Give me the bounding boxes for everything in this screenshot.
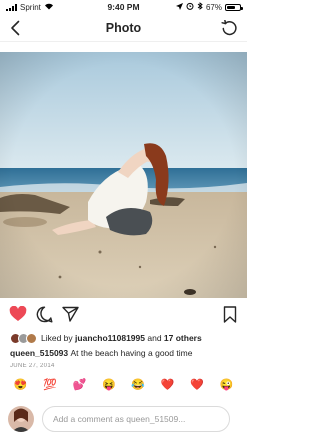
post-photo[interactable] xyxy=(0,52,247,298)
heart-filled-icon xyxy=(9,306,27,321)
status-bar-left: Sprint xyxy=(6,2,86,12)
battery-icon xyxy=(225,3,243,11)
reaction-emoji-button[interactable]: 😍 xyxy=(12,377,30,393)
comment-button[interactable] xyxy=(34,304,54,324)
likes-others-link[interactable]: 17 others xyxy=(164,333,202,343)
location-icon xyxy=(175,2,183,12)
post-actions xyxy=(0,302,247,326)
beach-photo-image xyxy=(0,52,247,298)
status-time: 9:40 PM xyxy=(107,2,140,12)
caption-username-link[interactable]: queen_515093 xyxy=(10,348,68,358)
share-button[interactable] xyxy=(60,304,80,324)
avatar xyxy=(26,332,37,344)
post-caption: queen_515093 At the beach having a good … xyxy=(10,348,192,358)
status-bar-right: 67% xyxy=(161,2,243,12)
avatar xyxy=(8,406,34,432)
likes-and: and xyxy=(147,333,162,343)
reaction-emoji-button[interactable]: 💯 xyxy=(41,377,59,393)
caption-text: At the beach having a good time xyxy=(70,348,193,358)
reaction-emoji-button[interactable]: 😜 xyxy=(217,377,235,393)
liker-avatars xyxy=(10,332,37,344)
wifi-icon xyxy=(44,2,54,12)
paper-plane-icon xyxy=(61,306,79,322)
reaction-emoji-button[interactable]: 😂 xyxy=(129,377,147,393)
page-title: Photo xyxy=(105,20,142,35)
bookmark-icon xyxy=(223,305,237,323)
chevron-left-icon xyxy=(11,20,20,36)
comment-bar xyxy=(0,402,247,436)
comment-input[interactable] xyxy=(42,406,230,432)
back-button[interactable] xyxy=(6,19,24,37)
reaction-emoji-button[interactable]: ❤️ xyxy=(159,377,177,393)
like-button[interactable] xyxy=(8,304,28,324)
carrier-label: Sprint xyxy=(20,2,41,12)
likes-prefix: Liked by xyxy=(41,333,73,343)
status-bar: Sprint 9:40 PM 67% xyxy=(0,0,247,14)
reaction-emoji-button[interactable]: 💕 xyxy=(70,377,88,393)
liker-username-link[interactable]: juancho11081995 xyxy=(75,333,145,343)
save-button[interactable] xyxy=(220,304,240,324)
reaction-emoji-button[interactable]: ❤️ xyxy=(188,377,206,393)
refresh-button[interactable] xyxy=(219,18,239,38)
likes-summary[interactable]: Liked by juancho11081995 and 17 others xyxy=(10,331,202,345)
signal-icon xyxy=(6,3,17,11)
battery-fill xyxy=(227,5,236,9)
refresh-icon xyxy=(220,19,237,35)
quick-reactions: 😍 💯 💕 😝 😂 ❤️ ❤️ 😜 xyxy=(0,377,247,393)
battery-percent: 67% xyxy=(205,2,222,12)
reaction-emoji-button[interactable]: 😝 xyxy=(100,377,118,393)
bluetooth-icon xyxy=(197,2,203,12)
post-date: JUNE 27, 2014 xyxy=(10,363,55,368)
comment-icon xyxy=(36,306,52,322)
nav-bar: Photo xyxy=(0,14,247,42)
alarm-icon xyxy=(186,2,194,12)
